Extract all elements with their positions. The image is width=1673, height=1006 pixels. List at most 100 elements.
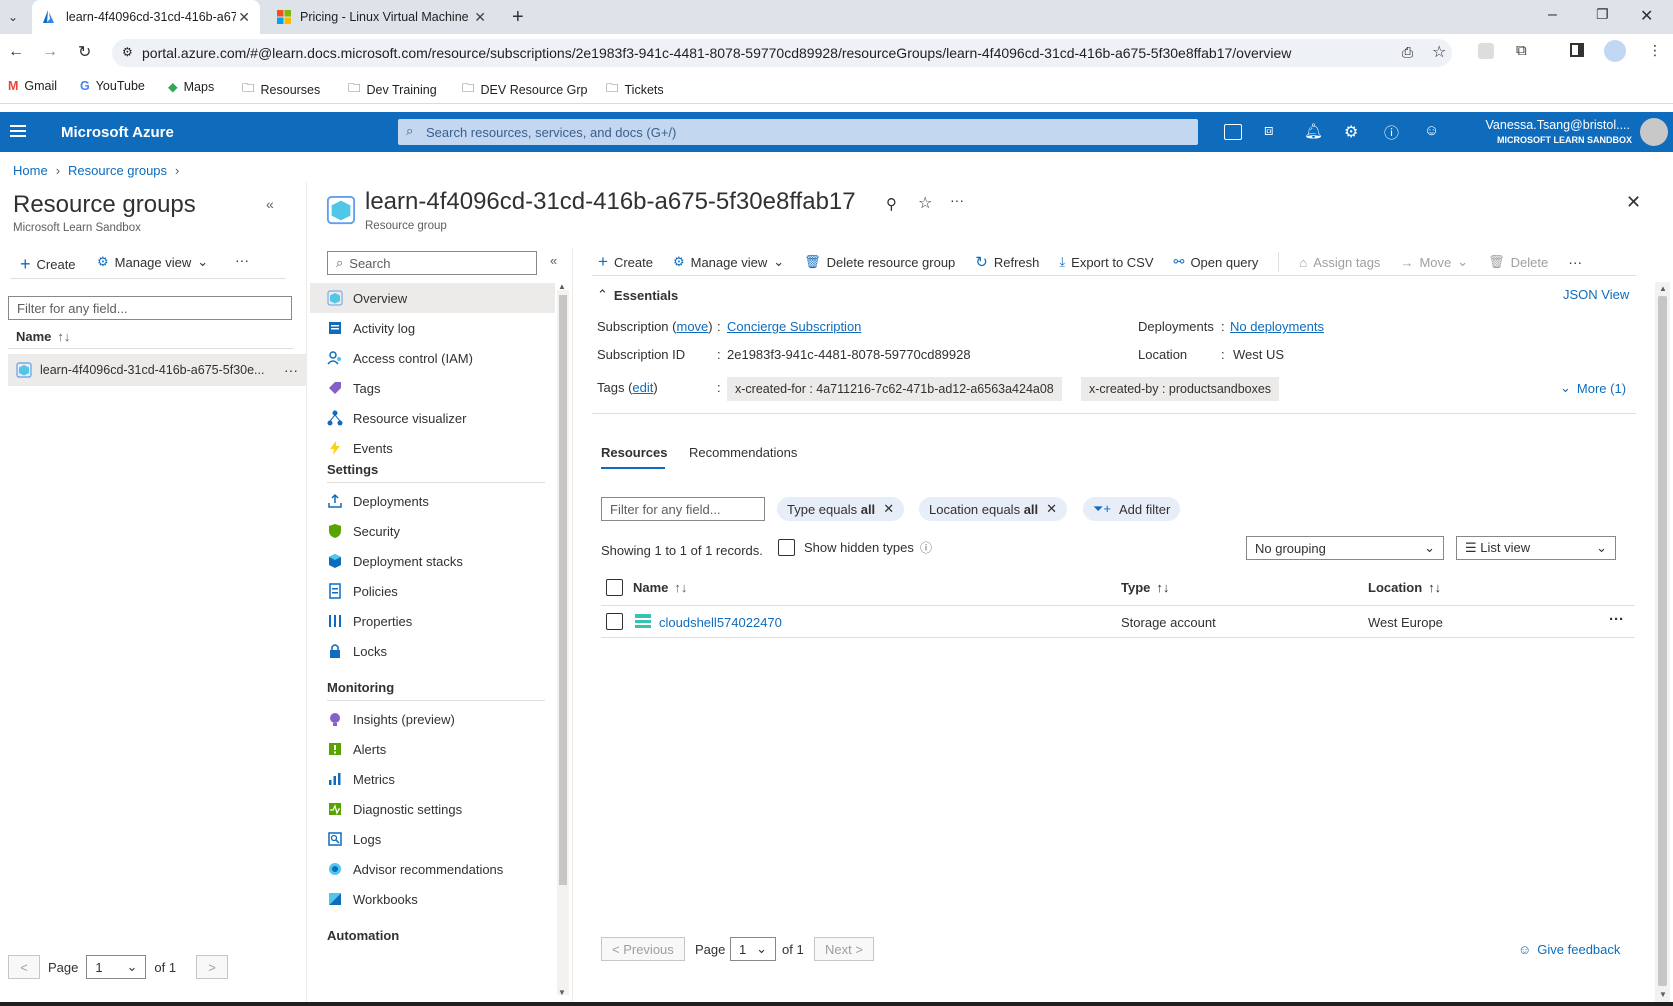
delete-button[interactable]: 🗑︎ Delete (1488, 252, 1548, 272)
scroll-down-icon[interactable]: ▼ (558, 988, 566, 997)
json-view-link[interactable]: JSON View (1563, 287, 1629, 302)
azure-brand[interactable]: Microsoft Azure (61, 124, 174, 141)
bookmark-gmail[interactable]: M Gmail (8, 79, 57, 93)
page-select[interactable]: 1 ⌄ (730, 937, 776, 961)
filter-input[interactable]: Filter for any field... (8, 296, 292, 320)
more-commands-icon[interactable]: ··· (1568, 252, 1582, 272)
nav-metrics[interactable]: Metrics (310, 764, 555, 794)
nav-advisor-recommendations[interactable]: Advisor recommendations (310, 854, 555, 884)
create-button[interactable]: + Create (20, 254, 76, 275)
open-query-button[interactable]: ⚯ Open query (1174, 252, 1259, 272)
browser-tab[interactable]: Pricing - Linux Virtual Machine ✕ (266, 0, 496, 34)
nav-properties[interactable]: Properties (310, 606, 555, 636)
deployments-link[interactable]: No deployments (1230, 319, 1324, 334)
resource-name-link[interactable]: cloudshell574022470 (659, 615, 782, 630)
nav-alerts[interactable]: Alerts (310, 734, 555, 764)
directory-filter-icon[interactable]: ⧈ (1264, 122, 1284, 142)
give-feedback-link[interactable]: ☺ Give feedback (1518, 942, 1620, 957)
favorite-star-icon[interactable]: ☆ (918, 193, 932, 213)
url-bar[interactable]: ⚙ portal.azure.com/#@learn.docs.microsof… (112, 39, 1452, 67)
table-row[interactable]: cloudshell574022470 Storage account West… (601, 606, 1635, 638)
view-dropdown[interactable]: ☰ List view ⌄ (1456, 536, 1616, 560)
tab-recommendations[interactable]: Recommendations (689, 445, 797, 460)
edit-tags-link[interactable]: edit (632, 380, 653, 395)
settings-gear-icon[interactable]: ⚙ (1344, 122, 1364, 142)
name-column-header[interactable]: Name ↑↓ (16, 329, 70, 344)
nav-deployment-stacks[interactable]: Deployment stacks (310, 546, 555, 576)
info-icon[interactable]: ⓘ (920, 539, 932, 556)
manage-view-button[interactable]: ⚙ Manage view ⌄ (97, 254, 208, 270)
global-search-input[interactable]: ⌕ Search resources, services, and docs (… (398, 119, 1198, 145)
essentials-toggle[interactable]: ⌃ Essentials (597, 287, 678, 303)
restore-icon[interactable]: ❐ (1596, 6, 1609, 23)
back-icon[interactable]: ← (8, 43, 24, 61)
manage-view-button[interactable]: ⚙ Manage view ⌄ (673, 252, 784, 272)
bookmark-tickets[interactable]: 🗀 Tickets (606, 79, 664, 100)
bookmark-dev-training[interactable]: 🗀 Dev Training (348, 79, 437, 100)
breadcrumb-home[interactable]: Home (13, 163, 48, 178)
move-button[interactable]: → Move ⌄ (1400, 252, 1468, 272)
main-scrollbar-thumb[interactable] (1658, 296, 1667, 986)
breadcrumb-resource-groups[interactable]: Resource groups (68, 163, 167, 178)
close-tab-icon[interactable]: ✕ (238, 9, 250, 26)
reload-icon[interactable]: ↻ (78, 42, 91, 62)
user-name[interactable]: Vanessa.Tsang@bristol.... (1440, 118, 1630, 132)
close-blade-icon[interactable]: ✕ (1626, 192, 1641, 213)
type-filter-pill[interactable]: Type equals all ✕ (777, 497, 905, 521)
browser-tab-active[interactable]: learn-4f4096cd-31cd-416b-a67 ✕ (32, 0, 260, 34)
nav-events[interactable]: Events (310, 433, 555, 463)
help-icon[interactable]: ⓘ (1384, 122, 1404, 142)
profile-avatar[interactable] (1604, 40, 1626, 62)
cloud-shell-icon[interactable] (1224, 124, 1242, 140)
side-panel-icon[interactable] (1570, 43, 1584, 57)
nav-activity-log[interactable]: Activity log (310, 313, 555, 343)
nav-insights[interactable]: Insights (preview) (310, 704, 555, 734)
tab-resources[interactable]: Resources (601, 445, 667, 460)
nav-overview[interactable]: Overview (310, 283, 555, 313)
menu-search-input[interactable]: ⌕ Search (327, 251, 537, 275)
scroll-up-icon[interactable]: ▲ (1659, 284, 1667, 293)
hamburger-menu-icon[interactable] (10, 122, 26, 140)
nav-security[interactable]: Security (310, 516, 555, 546)
resource-group-list-item[interactable]: learn-4f4096cd-31cd-416b-a675-5f30e... ·… (8, 354, 306, 386)
refresh-button[interactable]: ↻ Refresh (975, 252, 1039, 272)
scroll-down-icon[interactable]: ▼ (1659, 990, 1667, 999)
nav-policies[interactable]: Policies (310, 576, 555, 606)
subscription-link[interactable]: Concierge Subscription (727, 319, 861, 334)
more-options-icon[interactable]: ··· (284, 362, 298, 378)
create-button[interactable]: + Create (598, 252, 653, 272)
previous-button[interactable]: < Previous (601, 937, 685, 961)
move-link[interactable]: move (677, 319, 709, 334)
minimize-icon[interactable]: – (1548, 6, 1557, 24)
add-filter-button[interactable]: ⏷+ Add filter (1083, 497, 1181, 521)
nav-tags[interactable]: Tags (310, 373, 555, 403)
close-window-icon[interactable]: ✕ (1640, 6, 1653, 26)
bookmark-star-icon[interactable]: ☆ (1432, 42, 1446, 62)
row-more-options-icon[interactable]: ··· (1609, 611, 1624, 628)
more-tags-button[interactable]: ⌄ More (1) (1560, 380, 1626, 396)
menu-scrollbar-thumb[interactable] (559, 295, 567, 885)
more-options-icon[interactable]: ··· (950, 192, 964, 208)
nav-resource-visualizer[interactable]: Resource visualizer (310, 403, 555, 433)
user-avatar[interactable] (1640, 118, 1668, 146)
close-icon[interactable]: ✕ (883, 501, 894, 517)
nav-access-control[interactable]: Access control (IAM) (310, 343, 555, 373)
new-tab-icon[interactable]: + (512, 6, 524, 29)
resource-filter-input[interactable]: Filter for any field... (601, 497, 765, 521)
grouping-dropdown[interactable]: No grouping ⌄ (1246, 536, 1444, 560)
nav-locks[interactable]: Locks (310, 636, 555, 666)
notifications-bell-icon[interactable]: 🔔︎ (1304, 122, 1324, 142)
bookmark-maps[interactable]: ◆ Maps (168, 79, 214, 95)
next-page-button[interactable]: > (196, 955, 229, 979)
site-info-icon[interactable]: ⚙ (122, 45, 133, 59)
next-button[interactable]: Next > (814, 937, 874, 961)
forward-icon[interactable]: → (42, 43, 58, 61)
select-all-checkbox[interactable] (606, 579, 623, 596)
location-column-header[interactable]: Location ↑↓ (1368, 580, 1441, 595)
collapse-panel-icon[interactable]: « (266, 196, 274, 212)
show-hidden-types-checkbox[interactable] (778, 539, 795, 556)
pin-icon[interactable]: ⚲ (886, 195, 897, 213)
page-select[interactable]: 1 ⌄ (86, 955, 147, 979)
name-column-header[interactable]: Name ↑↓ (633, 580, 687, 595)
nav-logs[interactable]: Logs (310, 824, 555, 854)
